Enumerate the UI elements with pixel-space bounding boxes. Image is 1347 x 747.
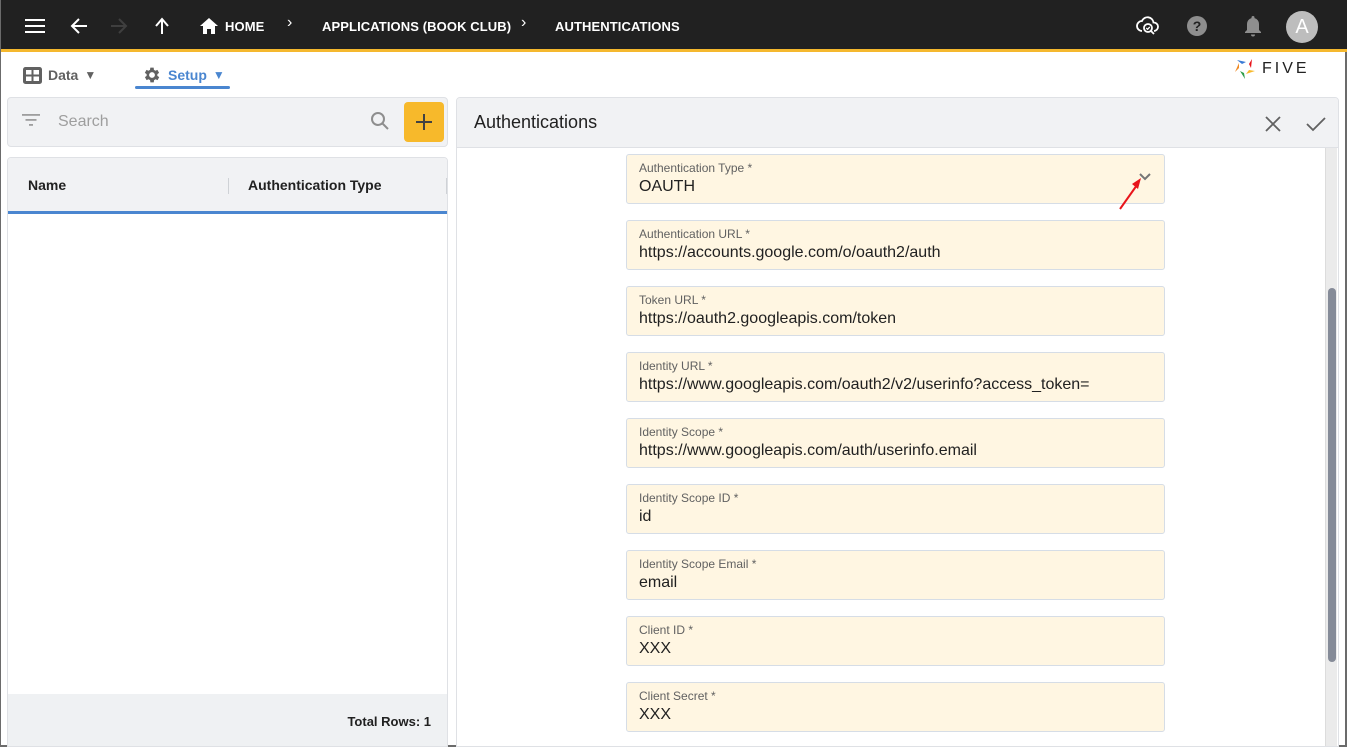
menu-icon[interactable] [20,11,50,41]
plus-icon [416,114,432,130]
field-label: Identity URL * [639,359,713,373]
field-value: https://accounts.google.com/o/oauth2/aut… [639,244,941,261]
svg-text:?: ? [1193,18,1202,34]
search-bar [7,97,448,147]
cancel-button[interactable] [1260,111,1286,137]
column-header-authentication-type[interactable]: Authentication Type [248,177,382,193]
five-logo-icon [1235,59,1255,79]
menu-setup-label: Setup [168,67,207,83]
form-title: Authentications [474,112,598,132]
back-arrow-icon[interactable] [64,11,94,41]
field-label: Authentication Type * [639,161,753,175]
add-record-button[interactable] [404,102,444,142]
breadcrumb-home[interactable]: HOME [225,19,264,34]
menu-data[interactable]: Data ▼ [23,62,96,88]
cloud-search-icon[interactable] [1133,11,1163,41]
top-bar: HOME › APPLICATIONS (BOOK CLUB) › AUTHEN… [1,0,1347,52]
menu-data-label: Data [48,67,79,83]
save-button[interactable] [1303,111,1329,137]
field-value: https://oauth2.googleapis.com/token [639,310,897,327]
field-identity-url[interactable]: Identity URL * https://www.googleapis.co… [626,352,1165,402]
column-header-name[interactable]: Name [28,177,66,193]
records-list: Name Authentication Type Total Rows: 1 [7,157,448,747]
field-authentication-type[interactable]: Authentication Type * OAUTH [626,154,1165,204]
field-identity-scope-email[interactable]: Identity Scope Email * email [626,550,1165,600]
chevron-right-icon: › [521,14,527,31]
field-value: https://www.googleapis.com/auth/userinfo… [639,442,977,459]
field-label: Token URL * [639,293,706,307]
scrollbar-thumb[interactable] [1328,288,1336,662]
active-tab-indicator [135,86,230,89]
form-header: Authentications [457,98,1338,148]
field-token-url[interactable]: Token URL * https://oauth2.googleapis.co… [626,286,1165,336]
field-label: Authentication URL * [639,227,750,241]
annotation-arrow-icon [1119,178,1141,210]
filter-icon[interactable] [22,113,40,132]
form-scrollbar[interactable] [1325,148,1337,746]
list-header: Name Authentication Type [8,158,447,214]
field-value: XXX [639,706,672,723]
caret-down-icon: ▼ [84,68,97,82]
five-logo: FIVE [1234,58,1310,80]
total-rows: Total Rows: 1 [347,714,431,729]
field-client-id[interactable]: Client ID * XXX [626,616,1165,666]
chevron-right-icon: › [287,14,293,31]
column-divider[interactable] [228,178,229,194]
field-label: Identity Scope ID * [639,491,739,505]
field-label: Client Secret * [639,689,716,703]
forward-arrow-icon[interactable] [104,11,134,41]
up-arrow-icon[interactable] [147,11,177,41]
five-logo-text: FIVE [1262,60,1310,77]
field-authentication-url[interactable]: Authentication URL * https://accounts.go… [626,220,1165,270]
field-identity-scope[interactable]: Identity Scope * https://www.googleapis.… [626,418,1165,468]
app-frame: HOME › APPLICATIONS (BOOK CLUB) › AUTHEN… [0,0,1347,747]
breadcrumb-authentications[interactable]: AUTHENTICATIONS [555,19,680,34]
column-divider[interactable] [446,178,447,194]
field-value: email [639,574,678,591]
field-value: id [639,508,652,525]
search-icon[interactable] [370,111,390,136]
field-label: Client ID * [639,623,694,637]
field-client-secret[interactable]: Client Secret * XXX [626,682,1165,732]
gear-icon [144,67,160,83]
menu-bar: Data ▼ Setup ▼ [1,55,1347,93]
list-footer: Total Rows: 1 [8,694,447,746]
field-value: https://www.googleapis.com/oauth2/v2/use… [639,376,1090,393]
close-icon [1265,116,1281,132]
bell-icon[interactable] [1238,11,1268,41]
field-identity-scope-id[interactable]: Identity Scope ID * id [626,484,1165,534]
caret-down-icon: ▼ [212,68,225,82]
home-icon[interactable] [194,11,224,41]
check-icon [1306,117,1326,132]
form-panel: Authentications Authentication Type * OA… [456,97,1339,747]
field-value: XXX [639,640,672,657]
breadcrumb-applications[interactable]: APPLICATIONS (BOOK CLUB) [322,19,511,34]
field-label: Identity Scope Email * [639,557,757,571]
avatar[interactable]: A [1286,11,1318,43]
field-label: Identity Scope * [639,425,724,439]
avatar-initial: A [1295,15,1309,38]
help-icon[interactable]: ? [1182,11,1212,41]
field-value: OAUTH [639,178,695,195]
search-input[interactable] [58,110,358,134]
menu-setup[interactable]: Setup ▼ [142,62,225,88]
grid-icon [23,66,42,84]
